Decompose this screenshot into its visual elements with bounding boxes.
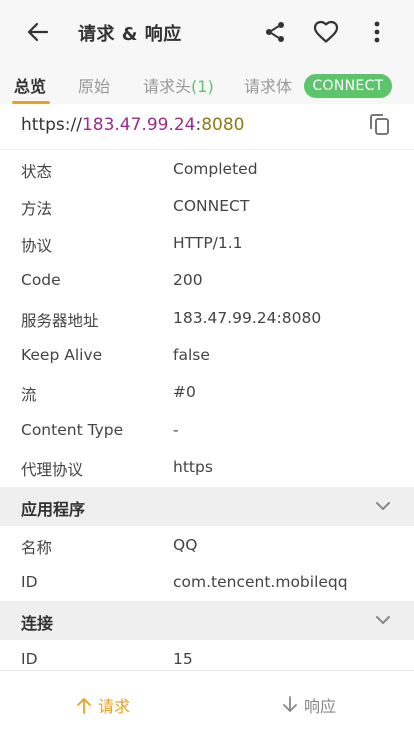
bottom-bar: 请求 响应 [0, 670, 414, 736]
detail-value: 15 [173, 650, 193, 668]
share-icon [266, 22, 284, 42]
back-button[interactable] [22, 18, 54, 46]
tab-overview[interactable]: 总览 [14, 73, 46, 97]
detail-value: https [173, 458, 213, 476]
tab-request-headers[interactable]: 请求头(1) [143, 73, 214, 97]
detail-key: 名称 [21, 539, 53, 557]
detail-row-status: 状态 Completed [0, 151, 414, 188]
detail-key: 状态 [21, 163, 53, 181]
detail-row-code: Code 200 [0, 262, 414, 299]
detail-row-stream: 流 #0 [0, 374, 414, 411]
detail-key: Content Type [21, 421, 124, 439]
detail-key: 流 [21, 386, 37, 404]
detail-value: 183.47.99.24:8080 [173, 309, 322, 327]
detail-value: - [173, 421, 179, 439]
page-title: 请求 & 响应 [78, 24, 182, 45]
method-badge: CONNECT [304, 74, 392, 98]
response-button-label: 响应 [304, 697, 337, 716]
detail-value: QQ [173, 536, 198, 554]
copy-url-button[interactable] [370, 114, 392, 138]
section-title: 连接 [21, 614, 54, 633]
url-row: https://183.47.99.24:8080 [0, 104, 414, 150]
detail-row-method: 方法 CONNECT [0, 188, 414, 225]
arrow-down-icon [283, 696, 297, 712]
detail-value: HTTP/1.1 [173, 234, 243, 252]
request-url: https://183.47.99.24:8080 [21, 115, 245, 135]
arrow-up-icon [77, 698, 91, 714]
chevron-down-icon [376, 616, 390, 624]
section-header-connection[interactable]: 连接 [0, 601, 414, 640]
detail-key: 方法 [21, 200, 53, 218]
more-options-button[interactable] [361, 16, 393, 48]
detail-key: 代理协议 [21, 461, 84, 479]
detail-key: Code [21, 271, 61, 289]
detail-key: 协议 [21, 237, 53, 255]
app-row-id: ID com.tencent.mobileqq [0, 564, 414, 601]
detail-value: 200 [173, 271, 203, 289]
app-bar: 请求 & 响应 [0, 0, 414, 64]
detail-row-proxy-protocol: 代理协议 https [0, 449, 414, 486]
request-button[interactable]: 请求 [76, 693, 130, 717]
detail-value: #0 [173, 383, 196, 401]
arrow-left-icon [27, 22, 49, 42]
detail-row-keep-alive: Keep Alive false [0, 337, 414, 374]
detail-row-server-address: 服务器地址 183.47.99.24:8080 [0, 300, 414, 337]
tab-request-headers-label: 请求头 [143, 77, 192, 96]
detail-value: CONNECT [173, 197, 250, 215]
request-button-label: 请求 [98, 697, 131, 716]
detail-value: com.tencent.mobileqq [173, 573, 348, 591]
detail-value: false [173, 346, 210, 364]
chevron-down-icon [376, 502, 390, 510]
detail-key: ID [21, 573, 38, 591]
detail-key: ID [21, 650, 38, 668]
detail-key: Keep Alive [21, 346, 103, 364]
tab-request-headers-count: (1) [191, 77, 214, 96]
section-title: 应用程序 [21, 500, 86, 519]
share-button[interactable] [259, 16, 291, 48]
detail-row-content-type: Content Type - [0, 412, 414, 449]
detail-row-protocol: 协议 HTTP/1.1 [0, 225, 414, 262]
favorite-button[interactable] [310, 16, 342, 48]
heart-icon [313, 20, 339, 43]
more-vertical-icon [374, 21, 380, 43]
url-scheme: https:// [21, 115, 82, 135]
response-button[interactable]: 响应 [282, 693, 336, 717]
detail-key: 服务器地址 [21, 312, 99, 330]
tab-request-body[interactable]: 请求体 [244, 73, 292, 97]
url-host: 183.47.99.24 [81, 115, 196, 135]
app-row-name: 名称 QQ [0, 527, 414, 564]
section-header-application[interactable]: 应用程序 [0, 487, 414, 526]
url-port: 8080 [201, 115, 245, 135]
copy-icon [370, 114, 389, 135]
detail-value: Completed [173, 160, 258, 178]
tab-raw[interactable]: 原始 [78, 73, 110, 97]
